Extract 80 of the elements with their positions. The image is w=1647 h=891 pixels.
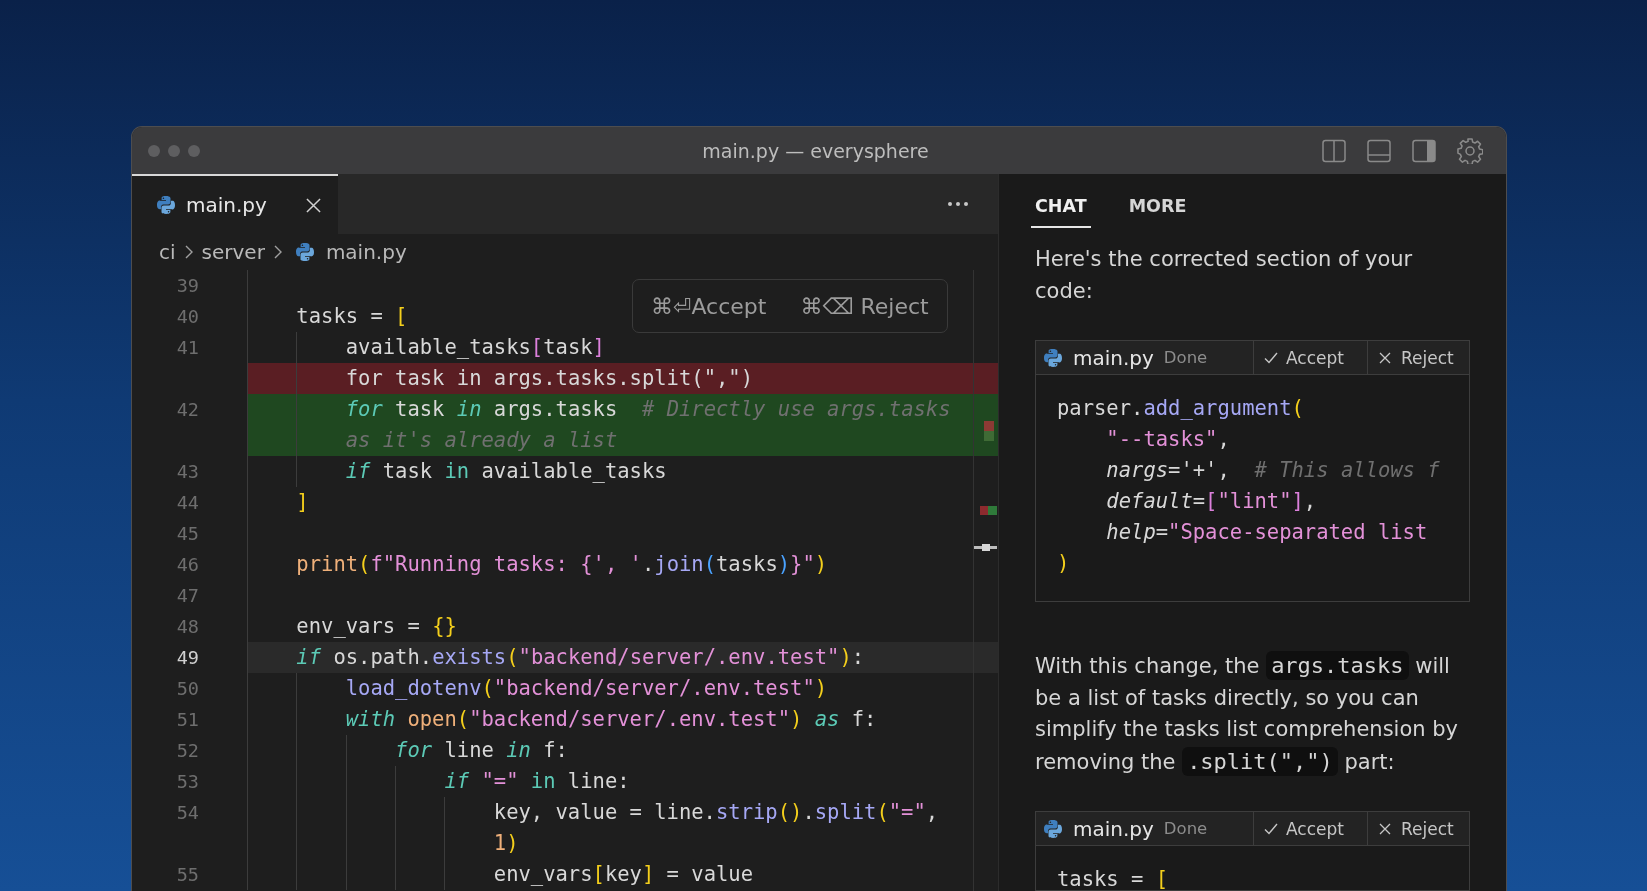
message-text: With this change, the args.tasks will be a list of tasks directly, so you can simplify the tasks list comprehension by removing the .split(",") part: [1035,650,1459,778]
window-control-icon[interactable] [188,144,200,157]
breadcrumb-item[interactable]: server [201,240,265,264]
code-line: for task in args.tasks # Directly use args.tasks as it's already a list [345,396,952,454]
python-file-icon [295,243,314,261]
code-line: if os.path.exists("backend/server/.env.test"): [296,644,865,671]
code-line: nargs='+', # This allows f [1106,457,1440,484]
file-name: main.py [1073,345,1154,370]
code-line: for line in f: [395,737,568,764]
line-number: 52 [176,740,199,761]
bottom-panel-layout-icon[interactable] [1367,138,1391,163]
accept-button[interactable]: Accept [1253,341,1367,374]
code-line: print(f"Running tasks: {', '.join(tasks)}") [296,551,828,578]
check-icon [1264,822,1278,835]
shortcut-button[interactable]: ⌘⏎Accept [651,293,767,319]
status-label: Done [1163,348,1208,367]
line-number: 42 [176,399,199,420]
accept-button[interactable]: Accept [1253,812,1367,845]
two-column-layout-icon[interactable] [1322,138,1346,163]
status-label: Done [1163,819,1208,838]
close-icon [1379,822,1391,835]
close-icon [1379,351,1391,364]
line-number: 49 [176,647,199,668]
more-icon[interactable] [948,202,968,206]
right-panel-layout-icon[interactable] [1412,138,1436,163]
line-number: 53 [176,771,199,792]
chevron-right-icon [184,245,193,259]
panel-tab[interactable]: CHAT [1031,186,1091,228]
window-control-icon[interactable] [148,144,160,157]
panel-tab[interactable]: MORE [1124,186,1191,228]
line-number: 41 [176,337,199,358]
line-number: 54 [176,802,199,823]
breadcrumb-item[interactable]: main.py [325,240,407,264]
code-line: default=["lint"], [1106,488,1317,515]
window-title: main.py — everysphere [702,139,929,162]
code-line: with open("backend/server/.env.test") as f: [345,706,877,733]
diff-marker-icon [984,421,994,441]
python-file-icon [1044,819,1062,838]
settings-icon[interactable] [1457,137,1483,164]
code-line: for task in args.tasks.split(",") [345,365,753,392]
reject-button[interactable]: Reject [1367,812,1469,845]
message-text: Here's the corrected section of your code: [1035,246,1414,305]
line-number: 40 [176,306,199,327]
line-number: 47 [176,585,199,606]
code-line: "--tasks", [1106,426,1230,453]
reject-button[interactable]: Reject [1367,341,1469,374]
line-number: 55 [176,864,199,885]
code-line: tasks = [ [296,303,408,330]
code-line: available_tasks[task] [345,334,605,361]
line-number: 45 [176,523,199,544]
file-name: main.py [1073,816,1154,841]
code-line: env_vars[key] = value [493,861,753,888]
shortcut-button[interactable]: ⌘⌫ Reject [800,293,929,319]
window-control-icon[interactable] [168,144,180,157]
line-number: 50 [176,678,199,699]
check-icon [1264,351,1278,364]
diff-marker-icon [980,506,997,515]
close-icon[interactable] [306,197,321,213]
breadcrumb-item[interactable]: ci [159,240,176,264]
code-line: if task in available_tasks [345,458,667,485]
code-line: env_vars = {} [296,613,457,640]
line-number: 39 [176,275,199,296]
chevron-right-icon [273,245,282,259]
editor-tab[interactable]: main.py [132,174,338,234]
code-line: parser.add_argument( [1057,395,1304,422]
code-line: key, value = line.strip().split("=", 1) [493,799,940,857]
code-line: ) [1057,550,1070,577]
code-line: tasks = [ [1057,866,1169,890]
line-number: 43 [176,461,199,482]
python-file-icon [157,196,175,214]
code-line: load_dotenv("backend/server/.env.test") [345,675,828,702]
code-line: ] [296,489,309,516]
code-line: help="Space-separated list [1106,519,1428,546]
line-number: 44 [176,492,199,513]
cursor-marker-icon [974,544,997,551]
line-number: 46 [176,554,199,575]
line-number: 48 [176,616,199,637]
code-line: if "=" in line: [444,768,630,795]
python-file-icon [1044,348,1062,367]
line-number: 51 [176,709,199,730]
